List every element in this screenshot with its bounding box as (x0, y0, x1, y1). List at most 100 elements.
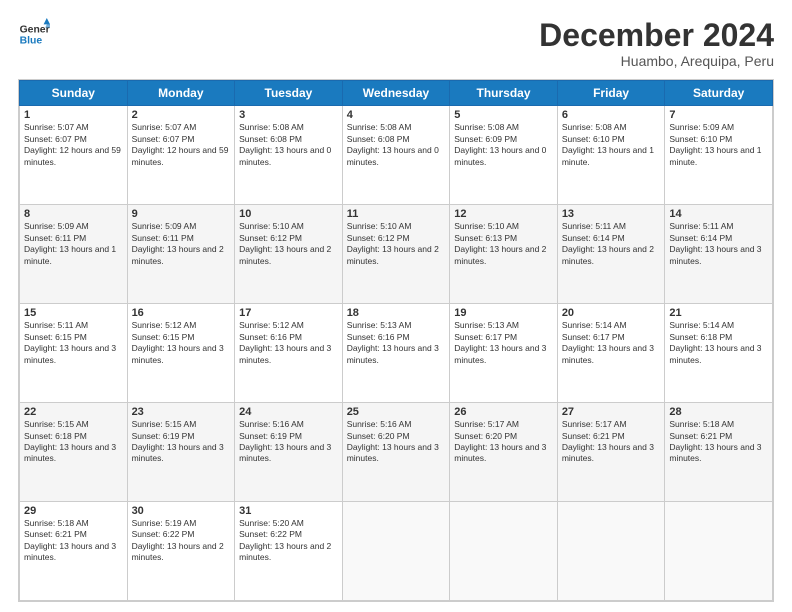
day-number: 21 (669, 307, 768, 319)
calendar-cell: 30Sunrise: 5:19 AMSunset: 6:22 PMDayligh… (127, 502, 235, 601)
day-number: 15 (24, 307, 123, 319)
day-info: Sunrise: 5:14 AMSunset: 6:18 PMDaylight:… (669, 320, 768, 366)
day-number: 25 (347, 406, 446, 418)
day-number: 28 (669, 406, 768, 418)
day-number: 17 (239, 307, 338, 319)
day-info: Sunrise: 5:07 AMSunset: 6:07 PMDaylight:… (132, 122, 231, 168)
day-number: 18 (347, 307, 446, 319)
calendar-cell: 21Sunrise: 5:14 AMSunset: 6:18 PMDayligh… (665, 304, 773, 403)
calendar-cell: 16Sunrise: 5:12 AMSunset: 6:15 PMDayligh… (127, 304, 235, 403)
calendar-cell: 7Sunrise: 5:09 AMSunset: 6:10 PMDaylight… (665, 106, 773, 205)
calendar-cell: 15Sunrise: 5:11 AMSunset: 6:15 PMDayligh… (20, 304, 128, 403)
calendar-cell: 1Sunrise: 5:07 AMSunset: 6:07 PMDaylight… (20, 106, 128, 205)
weekday-header-saturday: Saturday (665, 81, 773, 106)
weekday-header-thursday: Thursday (450, 81, 558, 106)
day-info: Sunrise: 5:18 AMSunset: 6:21 PMDaylight:… (669, 419, 768, 465)
day-info: Sunrise: 5:17 AMSunset: 6:20 PMDaylight:… (454, 419, 553, 465)
day-info: Sunrise: 5:10 AMSunset: 6:12 PMDaylight:… (347, 221, 446, 267)
day-info: Sunrise: 5:11 AMSunset: 6:15 PMDaylight:… (24, 320, 123, 366)
calendar-cell (450, 502, 558, 601)
day-info: Sunrise: 5:10 AMSunset: 6:13 PMDaylight:… (454, 221, 553, 267)
day-info: Sunrise: 5:08 AMSunset: 6:08 PMDaylight:… (239, 122, 338, 168)
calendar-cell (557, 502, 665, 601)
calendar-cell: 3Sunrise: 5:08 AMSunset: 6:08 PMDaylight… (235, 106, 343, 205)
day-info: Sunrise: 5:13 AMSunset: 6:16 PMDaylight:… (347, 320, 446, 366)
day-number: 3 (239, 109, 338, 121)
day-info: Sunrise: 5:14 AMSunset: 6:17 PMDaylight:… (562, 320, 661, 366)
day-info: Sunrise: 5:18 AMSunset: 6:21 PMDaylight:… (24, 518, 123, 564)
calendar-cell: 26Sunrise: 5:17 AMSunset: 6:20 PMDayligh… (450, 403, 558, 502)
day-info: Sunrise: 5:16 AMSunset: 6:19 PMDaylight:… (239, 419, 338, 465)
calendar-cell: 19Sunrise: 5:13 AMSunset: 6:17 PMDayligh… (450, 304, 558, 403)
calendar-cell: 6Sunrise: 5:08 AMSunset: 6:10 PMDaylight… (557, 106, 665, 205)
day-number: 16 (132, 307, 231, 319)
day-number: 20 (562, 307, 661, 319)
day-number: 7 (669, 109, 768, 121)
day-number: 31 (239, 505, 338, 517)
svg-text:Blue: Blue (20, 36, 43, 47)
title-block: December 2024 Huambo, Arequipa, Peru (539, 18, 774, 69)
weekday-header-tuesday: Tuesday (235, 81, 343, 106)
calendar-cell: 12Sunrise: 5:10 AMSunset: 6:13 PMDayligh… (450, 205, 558, 304)
calendar-cell: 23Sunrise: 5:15 AMSunset: 6:19 PMDayligh… (127, 403, 235, 502)
day-info: Sunrise: 5:17 AMSunset: 6:21 PMDaylight:… (562, 419, 661, 465)
day-info: Sunrise: 5:09 AMSunset: 6:11 PMDaylight:… (132, 221, 231, 267)
day-number: 30 (132, 505, 231, 517)
day-number: 23 (132, 406, 231, 418)
day-number: 10 (239, 208, 338, 220)
day-info: Sunrise: 5:16 AMSunset: 6:20 PMDaylight:… (347, 419, 446, 465)
logo-icon: General Blue (18, 18, 50, 50)
day-info: Sunrise: 5:08 AMSunset: 6:10 PMDaylight:… (562, 122, 661, 168)
weekday-header-friday: Friday (557, 81, 665, 106)
calendar-cell: 20Sunrise: 5:14 AMSunset: 6:17 PMDayligh… (557, 304, 665, 403)
day-info: Sunrise: 5:08 AMSunset: 6:08 PMDaylight:… (347, 122, 446, 168)
month-title: December 2024 (539, 18, 774, 53)
day-info: Sunrise: 5:12 AMSunset: 6:16 PMDaylight:… (239, 320, 338, 366)
day-number: 14 (669, 208, 768, 220)
weekday-header-sunday: Sunday (20, 81, 128, 106)
day-info: Sunrise: 5:19 AMSunset: 6:22 PMDaylight:… (132, 518, 231, 564)
location-subtitle: Huambo, Arequipa, Peru (539, 53, 774, 69)
day-info: Sunrise: 5:12 AMSunset: 6:15 PMDaylight:… (132, 320, 231, 366)
header: General Blue December 2024 Huambo, Arequ… (18, 18, 774, 69)
day-number: 9 (132, 208, 231, 220)
day-info: Sunrise: 5:09 AMSunset: 6:10 PMDaylight:… (669, 122, 768, 168)
svg-text:General: General (20, 24, 50, 35)
day-number: 12 (454, 208, 553, 220)
calendar-cell: 28Sunrise: 5:18 AMSunset: 6:21 PMDayligh… (665, 403, 773, 502)
calendar-cell: 18Sunrise: 5:13 AMSunset: 6:16 PMDayligh… (342, 304, 450, 403)
calendar-cell: 17Sunrise: 5:12 AMSunset: 6:16 PMDayligh… (235, 304, 343, 403)
day-info: Sunrise: 5:15 AMSunset: 6:18 PMDaylight:… (24, 419, 123, 465)
day-number: 26 (454, 406, 553, 418)
day-info: Sunrise: 5:07 AMSunset: 6:07 PMDaylight:… (24, 122, 123, 168)
day-number: 22 (24, 406, 123, 418)
calendar-cell: 31Sunrise: 5:20 AMSunset: 6:22 PMDayligh… (235, 502, 343, 601)
day-number: 24 (239, 406, 338, 418)
calendar-cell (665, 502, 773, 601)
day-number: 4 (347, 109, 446, 121)
calendar-cell: 11Sunrise: 5:10 AMSunset: 6:12 PMDayligh… (342, 205, 450, 304)
weekday-header-wednesday: Wednesday (342, 81, 450, 106)
day-info: Sunrise: 5:20 AMSunset: 6:22 PMDaylight:… (239, 518, 338, 564)
calendar-cell: 8Sunrise: 5:09 AMSunset: 6:11 PMDaylight… (20, 205, 128, 304)
calendar-cell: 24Sunrise: 5:16 AMSunset: 6:19 PMDayligh… (235, 403, 343, 502)
calendar-cell: 9Sunrise: 5:09 AMSunset: 6:11 PMDaylight… (127, 205, 235, 304)
calendar-cell: 13Sunrise: 5:11 AMSunset: 6:14 PMDayligh… (557, 205, 665, 304)
logo: General Blue (18, 18, 50, 50)
day-number: 29 (24, 505, 123, 517)
day-number: 5 (454, 109, 553, 121)
day-number: 11 (347, 208, 446, 220)
day-info: Sunrise: 5:11 AMSunset: 6:14 PMDaylight:… (562, 221, 661, 267)
calendar-cell: 29Sunrise: 5:18 AMSunset: 6:21 PMDayligh… (20, 502, 128, 601)
calendar-cell: 5Sunrise: 5:08 AMSunset: 6:09 PMDaylight… (450, 106, 558, 205)
calendar-cell: 4Sunrise: 5:08 AMSunset: 6:08 PMDaylight… (342, 106, 450, 205)
day-number: 27 (562, 406, 661, 418)
calendar-cell: 10Sunrise: 5:10 AMSunset: 6:12 PMDayligh… (235, 205, 343, 304)
calendar-cell: 14Sunrise: 5:11 AMSunset: 6:14 PMDayligh… (665, 205, 773, 304)
calendar-cell: 2Sunrise: 5:07 AMSunset: 6:07 PMDaylight… (127, 106, 235, 205)
calendar: SundayMondayTuesdayWednesdayThursdayFrid… (18, 79, 774, 602)
day-number: 1 (24, 109, 123, 121)
day-number: 19 (454, 307, 553, 319)
day-number: 6 (562, 109, 661, 121)
day-info: Sunrise: 5:13 AMSunset: 6:17 PMDaylight:… (454, 320, 553, 366)
